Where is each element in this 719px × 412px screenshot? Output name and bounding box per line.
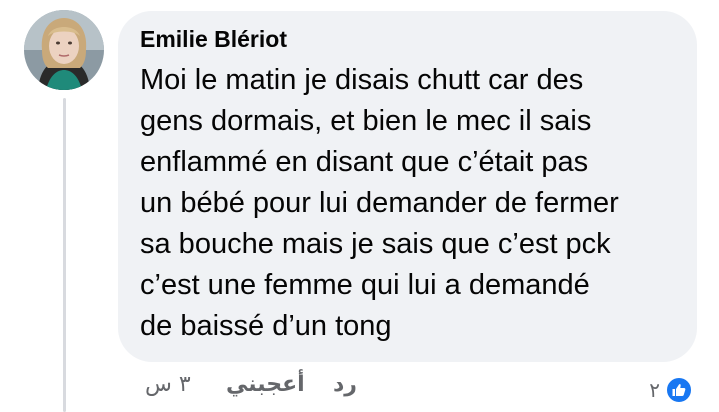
comment-text-line: enflammé en disant que c’était pas (140, 146, 589, 178)
thread-connector-line (63, 98, 66, 412)
thumbs-up-icon (665, 376, 693, 404)
comment-timestamp[interactable]: ٣ س (145, 372, 191, 397)
like-button[interactable]: أعجبني (226, 372, 305, 397)
comment-text-line: sa bouche mais je sais que c’est pck (140, 228, 611, 260)
reaction-summary[interactable]: ٢ (649, 376, 693, 404)
comment-author[interactable]: Emilie Blériot (140, 26, 287, 53)
comment-actions: ٣ س أعجبني رد (0, 366, 719, 406)
comment-text-line: de baissé d’un tong (140, 310, 392, 342)
reaction-count: ٢ (649, 378, 660, 402)
reply-button[interactable]: رد (333, 372, 357, 397)
profile-photo (24, 10, 104, 90)
comment-text-line: gens dormais, et bien le mec il sais (140, 105, 592, 137)
avatar[interactable] (24, 10, 104, 90)
comment-text-line: Moi le matin je disais chutt car des (140, 64, 584, 96)
comment-text-line: c’est une femme qui lui a demandé (140, 269, 590, 301)
comment-text-line: un bébé pour lui demander de fermer (140, 187, 619, 219)
comment-text: Moi le matin je disais chutt car des gen… (140, 60, 688, 347)
comment-thread: Emilie Blériot Moi le matin je disais ch… (0, 0, 719, 412)
